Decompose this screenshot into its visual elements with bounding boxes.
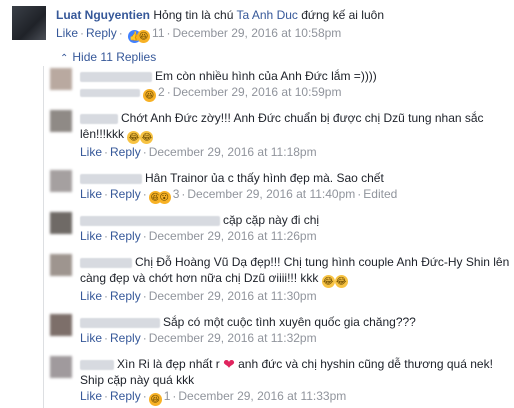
comment-thread: Luat Nguyentien Hỏng tin là chú Ta Anh D… <box>0 0 514 408</box>
wow-reaction-icon: 😮 <box>157 191 171 204</box>
avatar[interactable] <box>50 170 72 192</box>
like-link[interactable]: Like <box>80 331 102 345</box>
tagged-user[interactable]: Ta Anh Duc <box>237 8 298 22</box>
reply-date[interactable]: December 29, 2016 at 11:18pm <box>149 145 317 159</box>
haha-reaction-icon: 😆 <box>148 393 162 406</box>
like-link[interactable]: Like <box>80 187 102 201</box>
blurred-author[interactable] <box>80 359 114 370</box>
reply-link[interactable]: Reply <box>110 389 141 403</box>
blurred-text <box>80 88 140 97</box>
reply-link[interactable]: Reply <box>86 26 117 40</box>
laughing-emoji-icon: 😂 <box>321 275 335 288</box>
avatar[interactable] <box>50 212 72 234</box>
reply-date[interactable]: December 29, 2016 at 11:30pm <box>149 289 317 303</box>
reply-link[interactable]: Reply <box>110 289 141 303</box>
comment-text: Luat Nguyentien Hỏng tin là chú Ta Anh D… <box>56 8 384 22</box>
avatar[interactable] <box>12 6 46 40</box>
laughing-emoji-icon: 😂 <box>334 275 348 288</box>
avatar[interactable] <box>50 68 72 90</box>
reply-date[interactable]: December 29, 2016 at 11:32pm <box>149 331 317 345</box>
like-link[interactable]: Like <box>80 289 102 303</box>
blurred-author[interactable] <box>80 71 152 82</box>
blurred-author[interactable] <box>80 113 118 124</box>
reply-link[interactable]: Reply <box>110 187 141 201</box>
laughing-emoji-icon: 😂 <box>127 131 141 144</box>
avatar[interactable] <box>50 110 72 132</box>
blurred-author[interactable] <box>80 215 220 226</box>
edited-label[interactable]: Edited <box>363 187 397 201</box>
reply-meta: Like · Reply · December 29, 2016 at 11:26pm <box>80 229 317 243</box>
reply-text: Hân Trainor ủa c thấy hình đẹp mà. Sao c… <box>80 170 510 186</box>
blurred-author[interactable] <box>80 317 160 328</box>
reply-meta: Like · Reply · December 29, 2016 at 11:32pm <box>80 331 317 345</box>
reply-meta: 😆 2 · December 29, 2016 at 10:59pm <box>80 84 510 102</box>
reply-meta: Like · Reply · 😆 1 · December 29, 2016 at 11:33… <box>80 389 347 406</box>
like-link[interactable]: Like <box>56 26 78 40</box>
reaction-count[interactable]: 2 <box>158 85 165 99</box>
top-comment: Luat Nguyentien Hỏng tin là chú Ta Anh D… <box>12 4 510 46</box>
like-link[interactable]: Like <box>80 145 102 159</box>
reply-date[interactable]: December 29, 2016 at 11:33pm <box>178 389 346 403</box>
reaction-count[interactable]: 11 <box>152 26 164 40</box>
reply-link[interactable]: Reply <box>110 229 141 243</box>
reply-text: Em còn nhiều hình của Anh Đức lắm =)))) <box>80 68 510 84</box>
reaction-icons[interactable]: 👍😆 <box>128 26 151 43</box>
reply-meta: Like · Reply · December 29, 2016 at 11:30pm <box>80 289 317 303</box>
reply-text: Xìn Ri là đẹp nhất r ❤ anh đức và chị hy… <box>80 356 493 387</box>
reply-text: Sắp có một cuộc tình xuyên quốc gia chăn… <box>80 314 510 330</box>
reply-date[interactable]: December 29, 2016 at 11:40pm <box>187 187 355 201</box>
comment-date[interactable]: December 29, 2016 at 10:58pm <box>173 26 342 40</box>
heart-icon: ❤ <box>223 356 235 372</box>
like-link[interactable]: Like <box>80 389 102 403</box>
avatar[interactable] <box>50 254 72 276</box>
reply-link[interactable]: Reply <box>110 145 141 159</box>
hide-replies-link[interactable]: ⌃ Hide 11 Replies <box>60 50 156 64</box>
reply-text: Chớt Anh Đức zờy!!! Anh Đức chuẩn bị đượ… <box>80 111 484 144</box>
blurred-author[interactable] <box>80 173 142 184</box>
haha-reaction-icon: 😆 <box>137 30 151 43</box>
thread-divider <box>43 66 44 408</box>
avatar[interactable] <box>50 314 72 336</box>
comment-author[interactable]: Luat Nguyentien <box>56 8 150 22</box>
reply-date[interactable]: December 29, 2016 at 11:26pm <box>149 229 317 243</box>
chevron-up-icon: ⌃ <box>60 53 69 64</box>
reply-text: Chị Đỗ Hoàng Vũ Dạ đẹp!!! Chị tung hình … <box>80 255 510 288</box>
avatar[interactable] <box>50 356 72 378</box>
blurred-author[interactable] <box>80 257 132 268</box>
reply-date[interactable]: December 29, 2016 at 10:59pm <box>173 85 342 99</box>
reply-meta: Like · Reply · 😆😮 3 · December 29, 2016 at 11:4… <box>80 187 398 204</box>
laughing-emoji-icon: 😂 <box>140 131 154 144</box>
reply-link[interactable]: Reply <box>110 331 141 345</box>
haha-reaction-icon: 😆 <box>143 89 156 102</box>
reply-meta: Like · Reply · December 29, 2016 at 11:18pm <box>80 145 317 159</box>
like-link[interactable]: Like <box>80 229 102 243</box>
reply-text: cặp cặp này đi chị <box>80 212 510 228</box>
comment-meta: Like · Reply · 👍😆 11 · December 29, 2016 at 10… <box>56 26 342 43</box>
